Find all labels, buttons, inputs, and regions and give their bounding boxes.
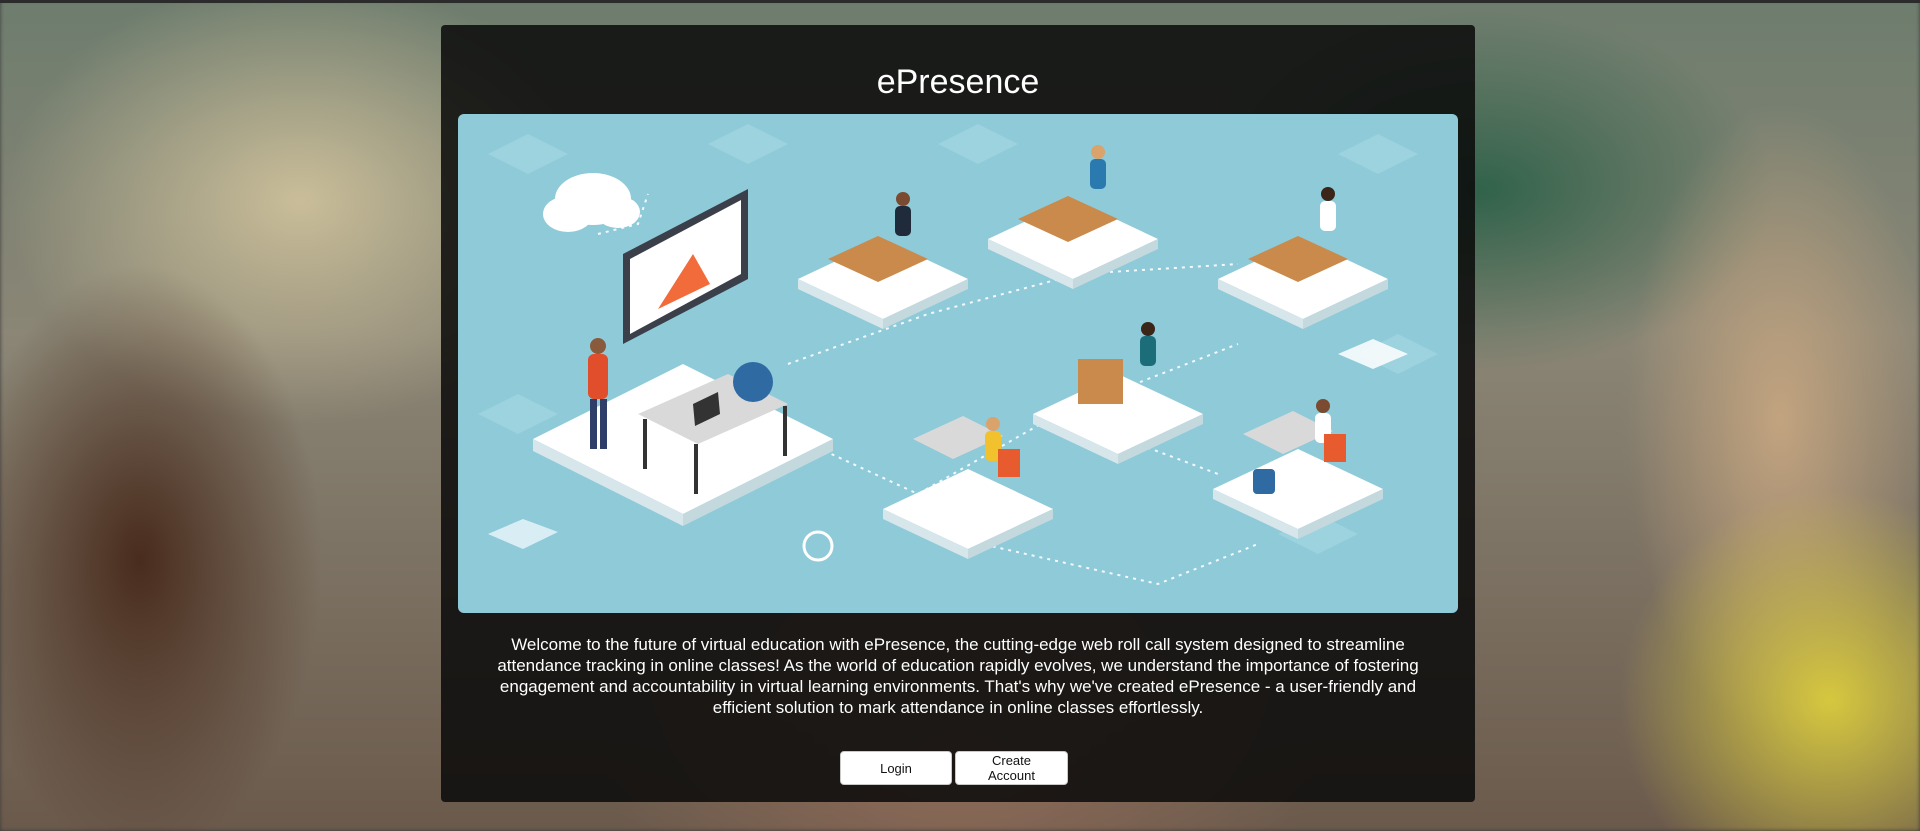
login-button[interactable]: Login — [840, 751, 952, 785]
teacher-platform — [533, 189, 833, 526]
book-icon — [488, 519, 558, 549]
badge-icon — [802, 530, 834, 562]
student-desk-1 — [798, 192, 968, 329]
student-desk-3 — [1218, 187, 1388, 329]
student-desk-5 — [883, 416, 1053, 559]
student-desk-4 — [1033, 322, 1203, 464]
cloud-icon — [543, 173, 640, 232]
auth-actions: Login Create Account — [441, 751, 1475, 785]
classroom-illustration — [478, 124, 1438, 586]
welcome-panel: ePresence Welcome to the future of virtu… — [441, 25, 1475, 802]
page-title: ePresence — [876, 63, 1040, 101]
student-desk-6 — [1213, 399, 1383, 539]
top-bar — [0, 0, 1920, 3]
hero-illustration — [458, 114, 1458, 613]
intro-description: Welcome to the future of virtual educati… — [497, 635, 1419, 717]
student-desk-2 — [988, 145, 1158, 289]
create-account-button[interactable]: Create Account — [955, 751, 1068, 785]
